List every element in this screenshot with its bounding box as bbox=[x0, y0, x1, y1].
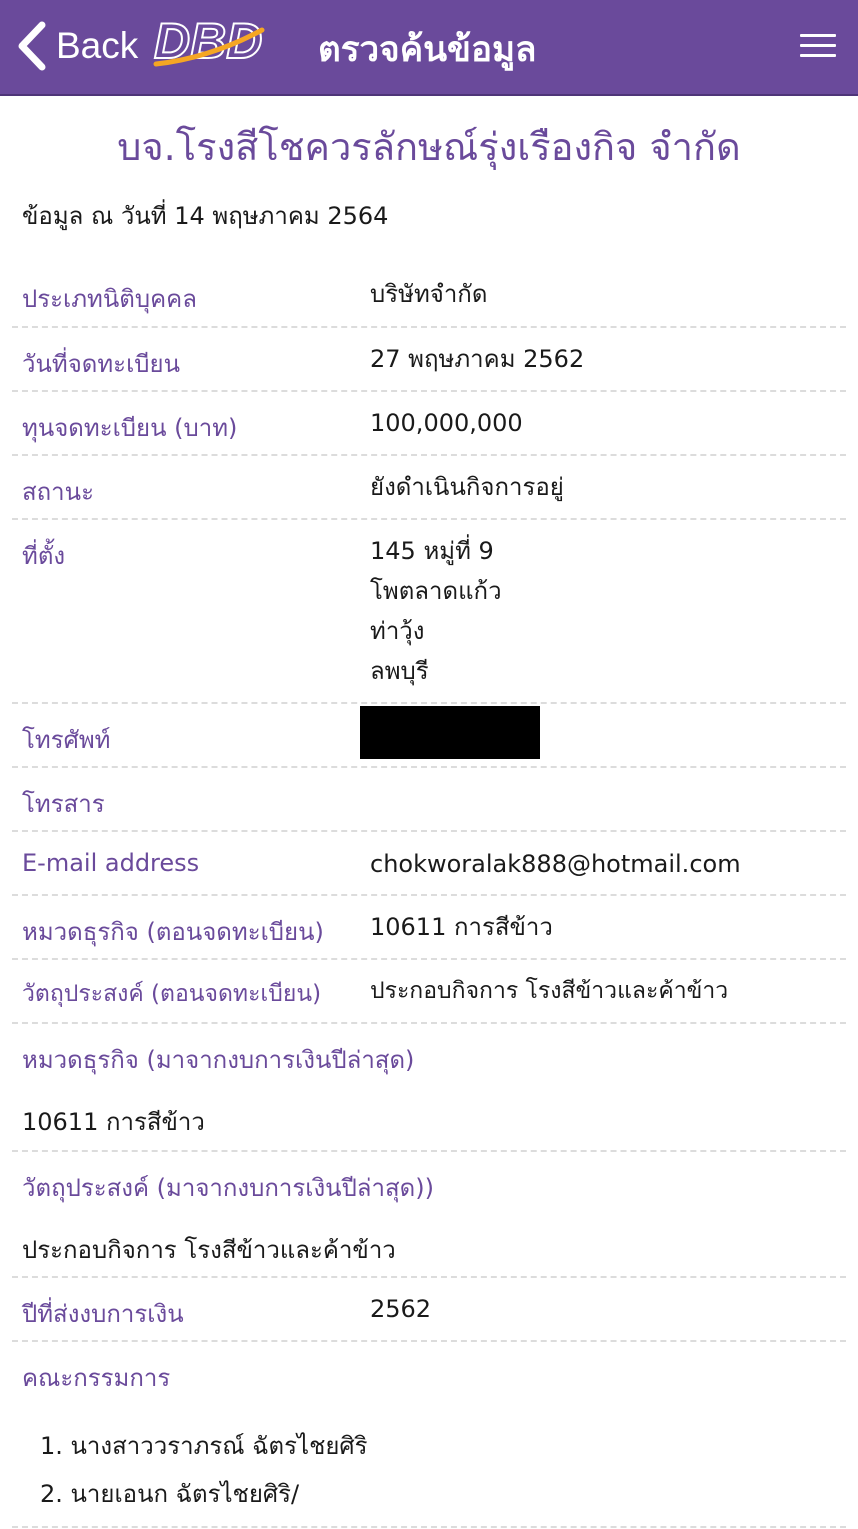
objective-latest-label: วัตถุประสงค์ (มาจากงบการเงินปีล่าสุด)) bbox=[22, 1174, 434, 1202]
chevron-left-icon bbox=[18, 21, 46, 71]
reg-date-label: วันที่จดทะเบียน bbox=[22, 350, 180, 378]
phone-label: โทรศัพท์ bbox=[22, 726, 111, 754]
objective-latest-value: ประกอบกิจการ โรงสีข้าวและค้าข้าว bbox=[22, 1236, 396, 1264]
address-line-2: โพตลาดแก้ว bbox=[370, 577, 502, 605]
row-capital: ทุนจดทะเบียน (บาท) 100,000,000 bbox=[12, 392, 846, 456]
business-latest-value: 10611 การสีข้าว bbox=[22, 1108, 205, 1136]
fax-label: โทรสาร bbox=[22, 790, 105, 818]
phone-redacted-block bbox=[360, 706, 540, 759]
status-label: สถานะ bbox=[22, 478, 94, 506]
address-line-4: ลพบุรี bbox=[370, 657, 429, 685]
back-button[interactable]: Back bbox=[14, 18, 138, 74]
dbd-logo: DBD bbox=[153, 14, 265, 70]
row-objective-latest: วัตถุประสงค์ (มาจากงบการเงินปีล่าสุด)) ป… bbox=[12, 1152, 846, 1278]
type-label: ประเภทนิติบุคคล bbox=[22, 285, 197, 313]
director-item: 1. นางสาววราภรณ์ ฉัตรไชยศิริ bbox=[40, 1432, 368, 1460]
row-business-latest: หมวดธุรกิจ (มาจากงบการเงินปีล่าสุด) 1061… bbox=[12, 1024, 846, 1152]
top-bar: Back DBD ตรวจค้นข้อมูล bbox=[0, 0, 858, 96]
page-title: ตรวจค้นข้อมูล bbox=[318, 30, 537, 70]
business-reg-label: หมวดธุรกิจ (ตอนจดทะเบียน) bbox=[22, 918, 324, 946]
row-email: E-mail address chokworalak888@hotmail.co… bbox=[12, 832, 846, 896]
objective-reg-label: วัตถุประสงค์ (ตอนจดทะเบียน) bbox=[22, 981, 322, 1007]
reg-date-value: 27 พฤษภาคม 2562 bbox=[370, 345, 585, 373]
row-business-reg: หมวดธุรกิจ (ตอนจดทะเบียน) 10611 การสีข้า… bbox=[12, 896, 846, 960]
type-value: บริษัทจำกัด bbox=[370, 280, 488, 308]
row-status: สถานะ ยังดำเนินกิจการอยู่ bbox=[12, 456, 846, 520]
fin-year-value: 2562 bbox=[370, 1295, 432, 1323]
business-latest-label: หมวดธุรกิจ (มาจากงบการเงินปีล่าสุด) bbox=[22, 1046, 415, 1074]
company-name: บจ.โรงสีโชควรลักษณ์รุ่งเรืองกิจ จำกัด bbox=[117, 125, 741, 169]
row-reg-date: วันที่จดทะเบียน 27 พฤษภาคม 2562 bbox=[12, 328, 846, 392]
hamburger-menu-icon[interactable] bbox=[800, 34, 836, 58]
email-label: E-mail address bbox=[22, 849, 200, 877]
status-value: ยังดำเนินกิจการอยู่ bbox=[370, 473, 564, 501]
row-directors: คณะกรรมการ 1. นางสาววราภรณ์ ฉัตรไชยศิริ … bbox=[12, 1342, 846, 1528]
address-label: ที่ตั้ง bbox=[22, 542, 66, 570]
director-item: 2. นายเอนก ฉัตรไชยศิริ/ bbox=[40, 1480, 300, 1508]
back-label: Back bbox=[56, 25, 139, 66]
business-reg-value: 10611 การสีข้าว bbox=[370, 913, 553, 941]
row-fax: โทรสาร bbox=[12, 768, 846, 832]
row-fin-year: ปีที่ส่งงบการเงิน 2562 bbox=[12, 1278, 846, 1342]
row-address: ที่ตั้ง 145 หมู่ที่ 9 โพตลาดแก้ว ท่าวุ้ง… bbox=[12, 520, 846, 704]
address-line-1: 145 หมู่ที่ 9 bbox=[370, 537, 494, 565]
row-objective-reg: วัตถุประสงค์ (ตอนจดทะเบียน) ประกอบกิจการ… bbox=[12, 960, 846, 1024]
as-of-date: ข้อมูล ณ วันที่ 14 พฤษภาคม 2564 bbox=[22, 202, 389, 230]
fin-year-label: ปีที่ส่งงบการเงิน bbox=[22, 1300, 184, 1328]
address-line-3: ท่าวุ้ง bbox=[370, 617, 425, 645]
row-type: ประเภทนิติบุคคล บริษัทจำกัด bbox=[12, 262, 846, 328]
objective-reg-value: ประกอบกิจการ โรงสีข้าวและค้าข้าว bbox=[370, 978, 729, 1004]
directors-label: คณะกรรมการ bbox=[22, 1364, 171, 1392]
capital-label: ทุนจดทะเบียน (บาท) bbox=[22, 414, 238, 442]
capital-value: 100,000,000 bbox=[370, 409, 523, 437]
email-value[interactable]: chokworalak888@hotmail.com bbox=[370, 844, 741, 884]
